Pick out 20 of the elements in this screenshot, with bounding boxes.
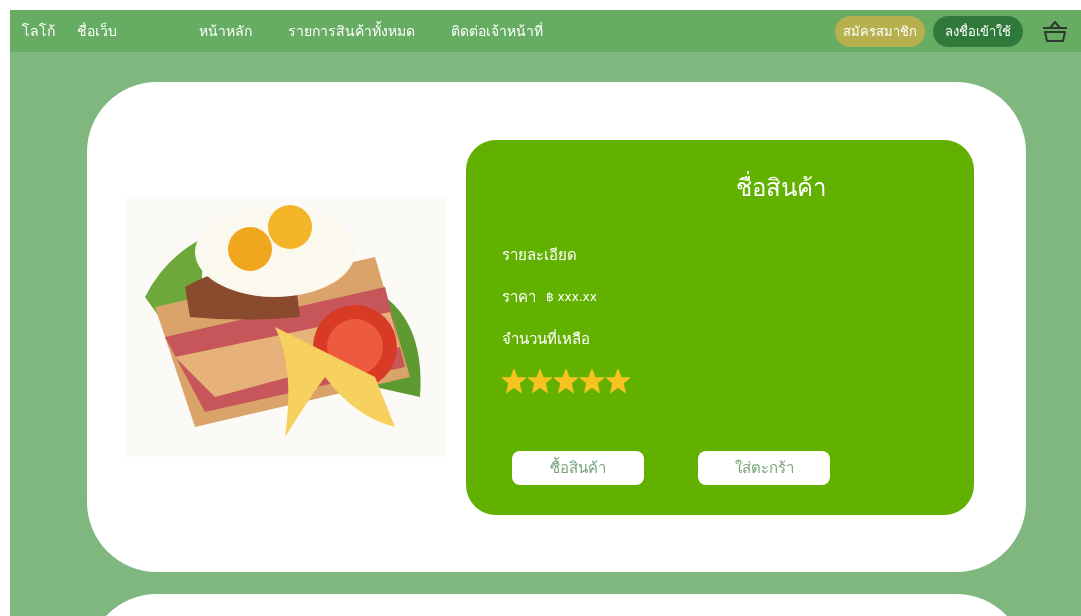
site-name[interactable]: ชื่อเว็บ [77,20,117,42]
logo-text[interactable]: โลโก้ [22,20,55,42]
nav-link[interactable]: รายการสินค้าทั้งหมด [288,20,415,42]
star-icon [528,368,552,393]
nav-link[interactable]: หน้าหลัก [199,20,252,42]
details-label: รายละเอียด [502,244,578,266]
product-button[interactable]: ใส่ตะกร้า [698,450,830,485]
price-value: ฿ xxx.xx [546,289,597,304]
star-icon [606,368,630,393]
star-icon [580,368,604,393]
stock-label: จำนวนที่เหลือ [502,328,591,350]
price-label: ราคา [502,286,536,308]
product-title: ชื่อสินค้า [736,170,826,204]
register-button[interactable]: สมัครสมาชิก [835,15,925,47]
star-icon [554,368,578,393]
star-icon [502,368,526,393]
nav-link[interactable]: ติดต่อเจ้าหน้าที่ [451,20,543,42]
product-button[interactable]: ซื้อสินค้า [512,450,644,485]
basket-icon[interactable] [1041,19,1069,43]
login-button[interactable]: ลงชื่อเข้าใช้ [933,15,1023,47]
